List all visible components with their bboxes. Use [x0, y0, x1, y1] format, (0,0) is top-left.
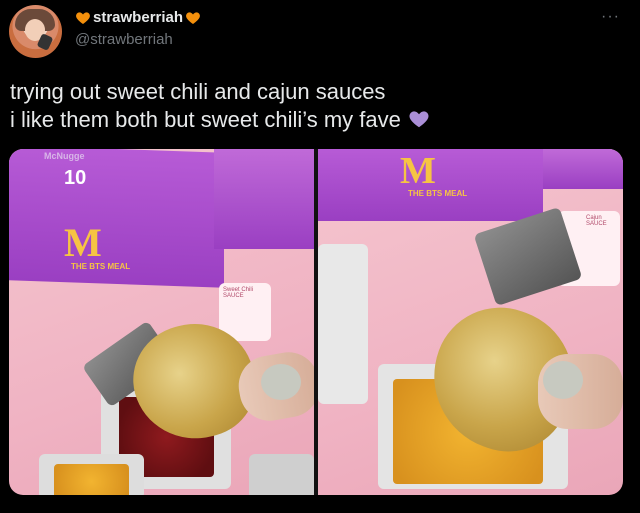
avatar[interactable] [9, 5, 62, 58]
mcdonalds-logo: M [400, 150, 436, 192]
left-tub [318, 244, 368, 404]
card-text: Cajun SAUCE [586, 215, 607, 227]
purple-heart-icon [409, 111, 429, 128]
tweet-line-1: trying out sweet chili and cajun sauces [10, 79, 386, 104]
orange-heart-icon [76, 11, 90, 24]
orange-heart-icon [186, 11, 200, 24]
cajun-sauce-corner [54, 464, 129, 495]
fingernail [543, 361, 583, 399]
display-name-row[interactable]: strawberriah [75, 9, 201, 26]
mcdonalds-logo: M [64, 220, 102, 265]
user-handle[interactable]: @strawberriah [75, 31, 173, 48]
extra-tub [249, 454, 314, 495]
box-top-text: McNugge [44, 151, 85, 161]
photo-right[interactable]: M THE BTS MEAL Cajun SAUCE [318, 149, 623, 495]
tweet-media[interactable]: McNugge 10 M THE BTS MEAL Sweet Chili SA… [9, 149, 623, 495]
box-meal-text: THE BTS MEAL [71, 262, 131, 271]
meal-bag [214, 149, 314, 249]
box-meal-text: THE BTS MEAL [408, 189, 468, 198]
meal-bag [543, 149, 623, 189]
card-text: Sweet Chili SAUCE [223, 287, 254, 299]
tweet-line-2: i like them both but sweet chili’s my fa… [10, 107, 401, 132]
fingernail [261, 364, 301, 400]
display-name[interactable]: strawberriah [93, 9, 183, 26]
box-count: 10 [64, 167, 87, 189]
more-options-icon[interactable]: ··· [601, 8, 620, 26]
photo-left[interactable]: McNugge 10 M THE BTS MEAL Sweet Chili SA… [9, 149, 314, 495]
tweet-text: trying out sweet chili and cajun sauces … [10, 78, 431, 134]
